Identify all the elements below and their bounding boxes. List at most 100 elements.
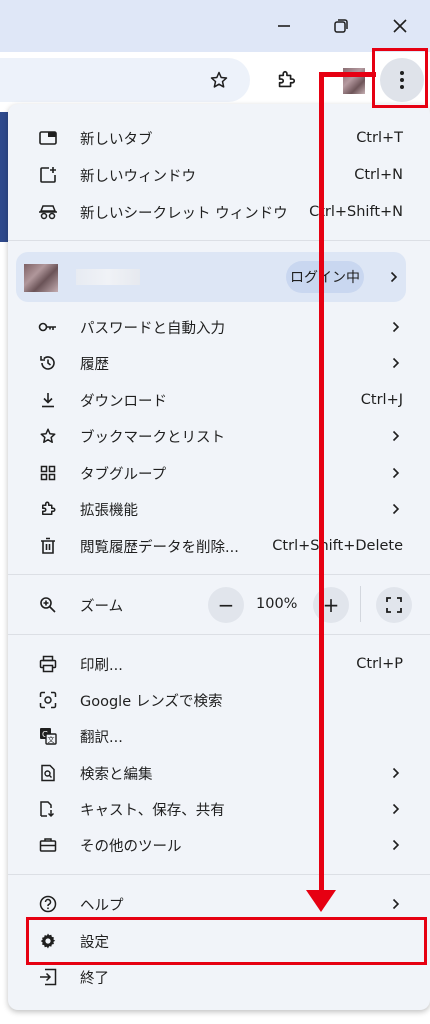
menu-item-label: 拡張機能 [80,502,138,519]
chevron-right-icon [390,802,402,816]
cast-icon [38,799,58,819]
menu-item-label: その他のツール [80,838,182,855]
minimize-button[interactable] [266,10,302,42]
menu-item-label: 印刷... [80,657,123,674]
zoom-icon [38,595,58,615]
fullscreen-button[interactable] [376,587,412,623]
fullscreen-icon [386,597,402,613]
highlight-settings-item [26,917,427,965]
svg-text:文: 文 [48,735,55,744]
profile-name-blurred [76,269,140,285]
title-bar [0,0,430,52]
chevron-right-icon [390,838,402,852]
new-tab-icon [38,128,58,148]
menu-item-shortcut: Ctrl+J [360,392,403,408]
zoom-out-button[interactable]: − [208,587,244,623]
chevron-right-icon [388,270,400,284]
close-icon [393,19,407,33]
menu-item-translate[interactable]: G文 翻訳... [8,718,430,754]
translate-icon: G文 [38,726,58,746]
menu-item-label: 新しいシークレット ウィンドウ [80,205,288,222]
star-icon [38,426,58,446]
highlight-menu-button [372,48,428,108]
puzzle-icon [278,70,296,88]
restore-icon [334,19,348,33]
toolbox-icon [38,835,58,855]
menu-item-passwords[interactable]: パスワードと自動入力 [8,309,430,345]
menu-item-label: キャスト、保存、共有 [80,802,225,819]
puzzle-icon [38,499,58,519]
menu-item-label: 終了 [80,970,109,987]
menu-item-print[interactable]: 印刷... Ctrl+P [8,646,430,682]
menu-item-tab-groups[interactable]: タブグループ [8,455,430,491]
find-icon [38,763,58,783]
menu-item-cast-save-share[interactable]: キャスト、保存、共有 [8,791,430,827]
chrome-menu: 新しいタブ Ctrl+T 新しいウィンドウ Ctrl+N 新しいシークレット ウ… [8,104,430,1010]
help-icon [38,894,58,914]
zoom-level: 100% [256,596,298,612]
chevron-right-icon [390,502,402,516]
menu-item-shortcut: Ctrl+T [356,130,403,146]
menu-item-shortcut: Ctrl+P [356,656,403,672]
annotation-arrow-vertical [319,72,324,894]
menu-item-google-lens[interactable]: Google レンズで検索 [8,682,430,718]
menu-item-label: 新しいタブ [80,131,153,148]
chevron-right-icon [390,429,402,443]
menu-item-downloads[interactable]: ダウンロード Ctrl+J [8,382,430,418]
exit-icon [38,967,58,987]
annotation-arrow-horizontal [319,72,376,77]
lens-icon [38,690,58,710]
menu-item-label: 履歴 [80,356,109,373]
menu-item-new-window[interactable]: 新しいウィンドウ Ctrl+N [8,157,430,193]
page-header-strip [0,112,8,242]
chevron-right-icon [390,766,402,780]
close-window-button[interactable] [382,10,418,42]
menu-item-label: タブグループ [80,466,167,483]
key-icon [38,317,58,337]
menu-item-label: 検索と編集 [80,766,153,783]
annotation-arrow-head [306,890,336,912]
trash-icon [38,536,58,556]
menu-item-clear-browsing-data[interactable]: 閲覧履歴データを削除... Ctrl+Shift+Delete [8,528,430,564]
menu-divider [8,874,430,875]
minus-icon: − [217,593,235,617]
signed-in-badge: ログイン中 [286,261,364,293]
menu-item-label: 新しいウィンドウ [80,168,196,185]
menu-item-shortcut: Ctrl+Shift+Delete [272,538,403,554]
menu-item-find-edit[interactable]: 検索と編集 [8,755,430,791]
menu-item-label: 翻訳... [80,729,123,746]
chevron-right-icon [390,466,402,480]
menu-item-label: ダウンロード [80,393,167,410]
menu-item-label: 閲覧履歴データを削除... [80,539,239,556]
menu-item-new-tab[interactable]: 新しいタブ Ctrl+T [8,120,430,156]
chevron-right-icon [390,897,402,911]
incognito-icon [38,202,58,222]
profile-avatar-blurred [24,264,58,292]
minimize-icon [278,25,290,27]
menu-item-new-incognito[interactable]: 新しいシークレット ウィンドウ Ctrl+Shift+N [8,194,430,230]
star-icon [210,71,228,88]
tab-groups-icon [38,463,58,483]
plus-icon: + [322,593,340,617]
menu-item-label: ズーム [80,598,124,615]
download-icon [38,390,58,410]
history-icon [38,353,58,373]
menu-item-label: ヘルプ [80,897,124,914]
menu-divider [8,634,430,635]
menu-item-history[interactable]: 履歴 [8,345,430,381]
zoom-divider [360,586,361,622]
chevron-right-icon [390,320,402,334]
menu-item-label: Google レンズで検索 [80,693,223,710]
menu-item-label: ブックマークとリスト [80,429,225,446]
menu-divider [8,574,430,575]
menu-item-shortcut: Ctrl+N [354,167,403,183]
bookmark-star-button[interactable] [203,64,235,96]
extensions-button[interactable] [270,64,302,96]
new-window-icon [38,165,58,185]
restore-button[interactable] [323,10,359,42]
menu-item-extensions[interactable]: 拡張機能 [8,491,430,527]
menu-divider [8,240,430,241]
menu-item-more-tools[interactable]: その他のツール [8,827,430,863]
menu-item-bookmarks[interactable]: ブックマークとリスト [8,418,430,454]
print-icon [38,654,58,674]
